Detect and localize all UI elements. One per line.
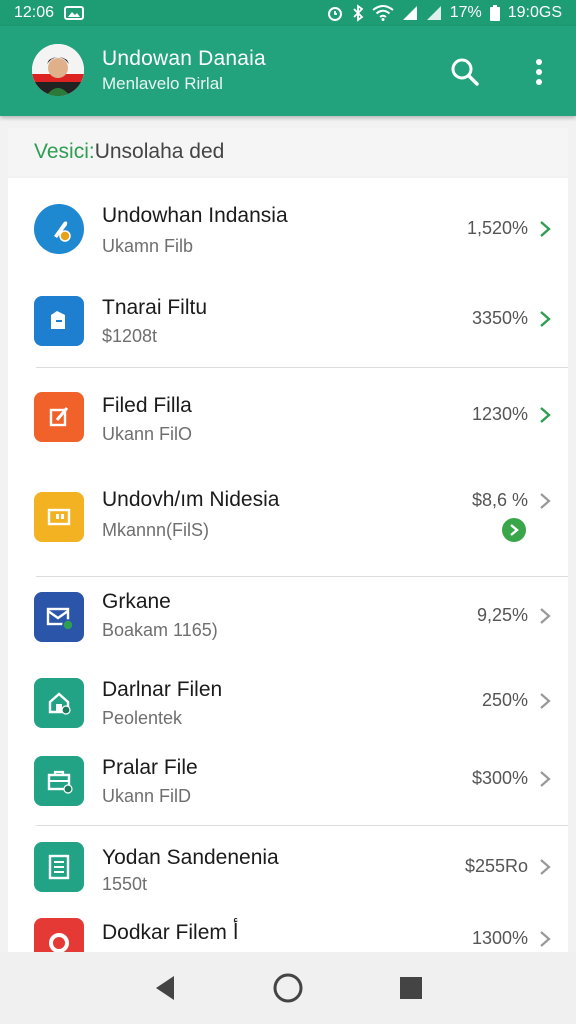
system-nav-bar: [0, 952, 576, 1024]
mail-icon: [34, 592, 84, 642]
battery-icon: [489, 5, 500, 21]
item-title: Filed Filla: [102, 394, 192, 417]
image-notification-icon: [64, 6, 85, 20]
search-button[interactable]: [447, 54, 483, 90]
chevron-right-icon: [540, 931, 551, 947]
item-value: 250%: [481, 690, 528, 710]
recents-square-icon: [399, 977, 422, 999]
app-bar: Undowan Danaia Menlavelo Rirlal: [0, 26, 576, 116]
item-value: $300%: [471, 768, 528, 788]
status-time-left: 12:06: [14, 4, 55, 21]
edit-icon: [34, 392, 84, 442]
briefcase-icon: [34, 756, 84, 806]
section-label-rest: Unsolaha ded: [94, 140, 225, 163]
home-circle-icon: [273, 973, 303, 1003]
chevron-right-icon: [540, 407, 551, 423]
avatar[interactable]: [32, 44, 84, 96]
chevron-right-icon: [540, 693, 551, 709]
divider: [36, 825, 568, 826]
list-item[interactable]: Grkane Boakam 1165) 9,25%: [8, 578, 568, 670]
back-triangle-icon: [156, 976, 175, 1000]
item-title: Tnarai Filtu: [102, 296, 208, 319]
item-title: Dodkar Filem أ: [102, 921, 239, 944]
pin-icon: [34, 204, 84, 254]
status-time-right: 19:0GS: [507, 4, 562, 21]
wifi-icon: [372, 5, 394, 21]
list-icon: [34, 842, 84, 892]
list-item[interactable]: Dodkar Filem أ 1300%: [8, 908, 568, 958]
item-subtitle: Ukann FilO: [102, 424, 193, 444]
back-button[interactable]: [141, 964, 189, 1012]
item-value: 3350%: [471, 308, 528, 328]
item-title: Undovh/ım Nidesia: [102, 488, 280, 511]
list-item[interactable]: Filed Filla Ukann FilO 1230%: [8, 368, 568, 460]
item-title: Pralar File: [102, 756, 198, 779]
item-title: Yodan Sandenenia: [102, 846, 279, 869]
item-subtitle: 1550t: [102, 874, 148, 894]
item-title: Grkane: [102, 590, 171, 613]
search-icon: [451, 58, 479, 86]
section-label-accent: Vesici:: [34, 140, 95, 163]
item-subtitle: Peolentek: [102, 708, 183, 728]
bluetooth-icon: [352, 4, 364, 22]
list-item[interactable]: Undovh/ım Nidesia Mkannn(FilS) $8,6 %: [8, 468, 568, 574]
item-subtitle: Ukamn Filb: [102, 236, 194, 256]
item-title: Undowhan Indansia: [102, 204, 288, 227]
app-title: Undowan Danaia: [102, 47, 266, 70]
arrow-right-icon: [510, 524, 519, 536]
item-title: Darlnar Filen: [102, 678, 223, 701]
item-value: $8,6 %: [471, 490, 528, 510]
chevron-right-icon: [540, 771, 551, 787]
item-value: 1230%: [471, 404, 528, 424]
file-list: Undowhan Indansia Ukamn Filb 1,520% Tnar…: [8, 178, 568, 958]
item-subtitle: Boakam 1165): [102, 620, 218, 640]
more-vert-icon: [536, 59, 542, 85]
list-item[interactable]: Tnarai Filtu $1208t 3350%: [8, 276, 568, 368]
list-item[interactable]: Undowhan Indansia Ukamn Filb 1,520%: [8, 184, 568, 276]
battery-percent: 17%: [449, 4, 482, 21]
chevron-right-icon: [540, 859, 551, 875]
chevron-right-icon: [540, 608, 551, 624]
chevron-right-icon: [540, 311, 551, 327]
item-value: 1,520%: [466, 218, 528, 238]
signal-icon: [402, 5, 418, 21]
item-subtitle: Mkannn(FilS): [102, 520, 210, 540]
app-subtitle: Menlavelo Rirlal: [102, 74, 223, 93]
status-badge: [502, 518, 526, 542]
item-value: 9,25%: [476, 605, 528, 625]
recents-button[interactable]: [387, 964, 435, 1012]
item-value: $255Ro: [464, 856, 528, 876]
item-value: 1300%: [471, 928, 528, 948]
more-options-button[interactable]: [521, 54, 557, 90]
signal-secondary-icon: [426, 5, 442, 21]
box-icon: [34, 492, 84, 542]
chevron-right-icon: [540, 493, 551, 509]
home-button[interactable]: [264, 964, 312, 1012]
section-header: Vesici: Unsolaha ded: [8, 128, 568, 176]
item-subtitle: $1208t: [102, 326, 158, 346]
divider: [36, 576, 568, 577]
chevron-right-icon: [540, 221, 551, 237]
item-subtitle: Ukann FilD: [102, 786, 192, 806]
status-bar: 12:06 17% 19:0GS: [0, 0, 576, 26]
home-icon: [34, 678, 84, 728]
folder-icon: [34, 296, 84, 346]
list-item[interactable]: Yodan Sandenenia 1550t $255Ro: [8, 828, 568, 920]
alarm-icon: [326, 4, 344, 22]
